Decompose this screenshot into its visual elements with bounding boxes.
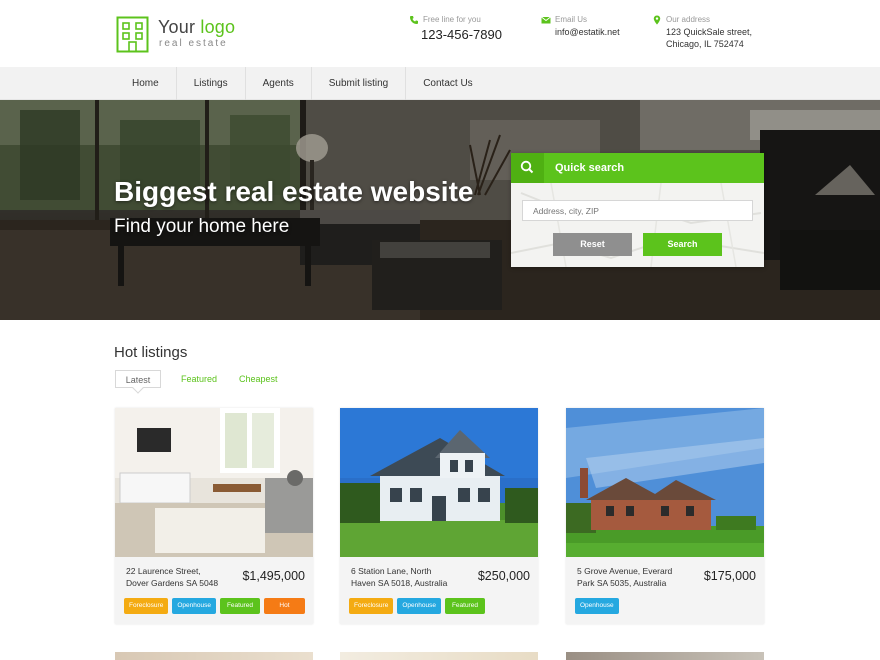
nav-agents[interactable]: Agents (246, 67, 312, 100)
tab-cheapest[interactable]: Cheapest (239, 370, 278, 388)
nav-contact-us[interactable]: Contact Us (406, 67, 489, 100)
contact-email: Email Us info@estatik.net (541, 14, 620, 38)
listing-address-line2: Haven SA 5018, Australia (351, 578, 448, 588)
listing-badges: Openhouse (575, 598, 623, 614)
quick-search-title: Quick search (555, 162, 625, 174)
badge-foreclosure: Foreclosure (349, 598, 394, 614)
quick-search-header: Quick search (511, 153, 764, 183)
listing-badges: Foreclosure Openhouse Featured Hot (124, 598, 309, 614)
listing-badges: Foreclosure Openhouse Featured (349, 598, 489, 614)
map-pin-icon (653, 15, 661, 25)
building-icon (116, 16, 149, 53)
envelope-icon (541, 16, 551, 24)
listing-card-peek (566, 652, 764, 660)
quick-search-panel: Quick search Reset Search (511, 153, 764, 267)
email-label: Email Us (555, 15, 588, 24)
address-line1: 123 QuickSale street, (666, 27, 753, 37)
logo-subtitle: real estate (159, 38, 228, 49)
phone-label: Free line for you (423, 15, 481, 24)
logo-title: Your logo (158, 17, 236, 37)
contact-address: Our address 123 QuickSale street, Chicag… (652, 14, 752, 50)
listing-photo[interactable] (340, 408, 538, 557)
listing-card[interactable]: 5 Grove Avenue, Everard Park SA 5035, Au… (566, 408, 764, 624)
listing-address-line1: 6 Station Lane, North (351, 566, 432, 576)
listing-card-peek (115, 652, 313, 660)
nav-submit-listing[interactable]: Submit listing (312, 67, 407, 100)
section-title: Hot listings (114, 344, 188, 361)
tab-latest[interactable]: Latest (115, 370, 161, 394)
nav-listings[interactable]: Listings (177, 67, 246, 100)
search-button[interactable]: Search (643, 233, 722, 256)
badge-featured: Featured (444, 598, 485, 614)
badge-hot: Hot (263, 598, 305, 614)
listing-price: $250,000 (477, 569, 530, 583)
contact-phone: Free line for you 123-456-7890 (409, 14, 502, 43)
hero-subtitle: Find your home here (114, 216, 290, 237)
listing-price: $175,000 (703, 569, 756, 583)
address-line2: Chicago, IL 752474 (666, 39, 744, 49)
badge-openhouse: Openhouse (575, 598, 619, 614)
hero-title: Biggest real estate website (114, 176, 474, 207)
phone-icon (410, 16, 418, 24)
listing-address-line2: Park SA 5035, Australia (577, 578, 667, 588)
listing-card[interactable]: 6 Station Lane, North Haven SA 5018, Aus… (340, 408, 538, 624)
map-background (511, 183, 764, 267)
listing-photo[interactable] (115, 408, 313, 557)
email-value[interactable]: info@estatik.net (541, 26, 620, 38)
logo[interactable]: Your logo real estate (116, 16, 256, 54)
listing-card-peek (340, 652, 538, 660)
reset-button[interactable]: Reset (553, 233, 632, 256)
nav-home[interactable]: Home (115, 67, 177, 100)
tab-featured[interactable]: Featured (181, 370, 217, 388)
badge-openhouse: Openhouse (397, 598, 441, 614)
listing-price: $1,495,000 (242, 569, 305, 583)
site-header: Your logo real estate Free line for you … (0, 0, 880, 67)
listing-address-line2: Dover Gardens SA 5048 (126, 578, 219, 588)
address-label: Our address (666, 15, 711, 24)
badge-featured: Featured (219, 598, 260, 614)
listing-address-line1: 22 Laurence Street, (126, 566, 201, 576)
listing-address-line1: 5 Grove Avenue, Everard (577, 566, 673, 576)
badge-foreclosure: Foreclosure (124, 598, 169, 614)
main-nav: Home Listings Agents Submit listing Cont… (0, 67, 880, 100)
listing-card[interactable]: 22 Laurence Street, Dover Gardens SA 504… (115, 408, 313, 624)
listing-photo[interactable] (566, 408, 764, 557)
search-icon (520, 160, 534, 174)
phone-number[interactable]: 123-456-7890 (409, 27, 502, 43)
badge-openhouse: Openhouse (172, 598, 216, 614)
location-search-input[interactable] (522, 200, 753, 221)
